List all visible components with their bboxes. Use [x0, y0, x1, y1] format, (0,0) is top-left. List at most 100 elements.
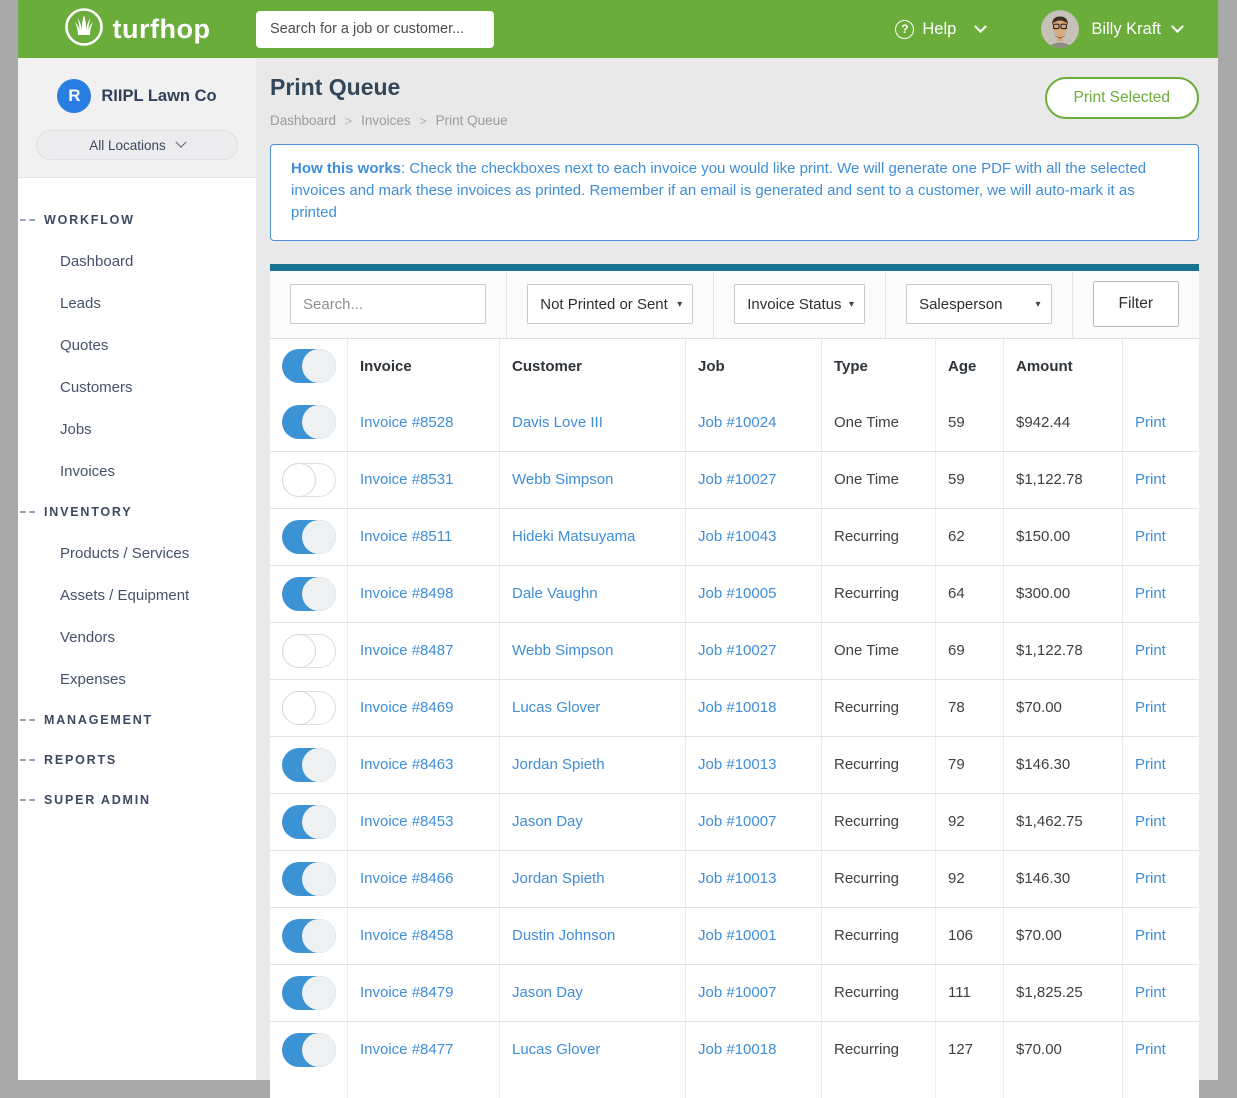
- how-this-works-text: : Check the checkboxes next to each invo…: [291, 160, 1146, 221]
- invoice-link[interactable]: Invoice #8479: [348, 965, 500, 1021]
- sidebar-section-header[interactable]: SUPER ADMIN: [18, 780, 256, 820]
- customer-link[interactable]: Dale Vaughn: [500, 566, 686, 622]
- print-link[interactable]: Print: [1123, 965, 1199, 1021]
- invoice-status-select[interactable]: Invoice Status ▾: [734, 284, 865, 324]
- job-link[interactable]: Job #10013: [686, 851, 822, 907]
- sidebar-item-invoices[interactable]: Invoices: [18, 450, 256, 492]
- job-link[interactable]: Job #10005: [686, 566, 822, 622]
- print-link[interactable]: Print: [1123, 509, 1199, 565]
- sidebar-section-label: WORKFLOW: [44, 213, 135, 227]
- global-search-input[interactable]: [256, 11, 494, 48]
- customer-link[interactable]: Jordan Spieth: [500, 737, 686, 793]
- sidebar-item-leads[interactable]: Leads: [18, 282, 256, 324]
- row-toggle[interactable]: [282, 748, 336, 782]
- row-toggle[interactable]: [282, 976, 336, 1010]
- row-toggle[interactable]: [282, 805, 336, 839]
- customer-link[interactable]: Jordan Spieth: [500, 851, 686, 907]
- invoice-link[interactable]: Invoice #8466: [348, 851, 500, 907]
- job-link[interactable]: Job #10018: [686, 1022, 822, 1078]
- row-toggle[interactable]: [282, 634, 336, 668]
- sidebar-section-header[interactable]: WORKFLOW: [18, 200, 256, 240]
- job-link[interactable]: Job #10018: [686, 680, 822, 736]
- job-link[interactable]: Job #10027: [686, 452, 822, 508]
- sidebar-section-header[interactable]: REPORTS: [18, 740, 256, 780]
- sidebar-item-quotes[interactable]: Quotes: [18, 324, 256, 366]
- invoice-link[interactable]: Invoice #8511: [348, 509, 500, 565]
- customer-link[interactable]: Jason Day: [500, 794, 686, 850]
- customer-link[interactable]: Davis Love III: [500, 394, 686, 451]
- row-toggle[interactable]: [282, 862, 336, 896]
- invoice-type: Recurring: [822, 737, 936, 793]
- sidebar-item-products-services[interactable]: Products / Services: [18, 532, 256, 574]
- sidebar-item-customers[interactable]: Customers: [18, 366, 256, 408]
- breadcrumb-item[interactable]: Dashboard: [270, 113, 336, 128]
- sidebar-item-vendors[interactable]: Vendors: [18, 616, 256, 658]
- print-link[interactable]: Print: [1123, 851, 1199, 907]
- filter-bar: Not Printed or Sent ▾ Invoice Status ▾ S…: [270, 271, 1199, 339]
- customer-link[interactable]: Webb Simpson: [500, 623, 686, 679]
- sidebar-section-header[interactable]: MANAGEMENT: [18, 700, 256, 740]
- row-toggle[interactable]: [282, 405, 336, 439]
- print-link[interactable]: Print: [1123, 680, 1199, 736]
- customer-link[interactable]: Webb Simpson: [500, 452, 686, 508]
- filter-button[interactable]: Filter: [1093, 281, 1179, 327]
- col-header-amount: Amount: [1004, 339, 1123, 394]
- user-name[interactable]: Billy Kraft: [1091, 20, 1161, 39]
- job-link[interactable]: Job #10043: [686, 509, 822, 565]
- table-search-input[interactable]: [290, 284, 486, 324]
- invoice-table: Invoice Customer Job Type Age Amount Inv…: [270, 339, 1199, 1098]
- breadcrumb-item[interactable]: Invoices: [361, 113, 411, 128]
- select-all-toggle[interactable]: [282, 349, 336, 383]
- print-link[interactable]: Print: [1123, 566, 1199, 622]
- print-link[interactable]: Print: [1123, 623, 1199, 679]
- row-toggle[interactable]: [282, 520, 336, 554]
- job-link[interactable]: Job #10024: [686, 394, 822, 451]
- row-toggle[interactable]: [282, 577, 336, 611]
- location-selector[interactable]: All Locations: [36, 130, 238, 160]
- print-link[interactable]: Print: [1123, 1022, 1199, 1078]
- job-link[interactable]: Job #10001: [686, 908, 822, 964]
- sidebar-section-header[interactable]: INVENTORY: [18, 492, 256, 532]
- invoice-link[interactable]: Invoice #8528: [348, 394, 500, 451]
- customer-link[interactable]: Dustin Johnson: [500, 908, 686, 964]
- customer-link[interactable]: Lucas Glover: [500, 680, 686, 736]
- sidebar-item-jobs[interactable]: Jobs: [18, 408, 256, 450]
- print-link[interactable]: Print: [1123, 737, 1199, 793]
- invoice-link[interactable]: Invoice #8469: [348, 680, 500, 736]
- brand-logo[interactable]: turfhop: [18, 7, 256, 52]
- user-avatar[interactable]: [1041, 10, 1079, 48]
- job-link[interactable]: Job #10027: [686, 623, 822, 679]
- sidebar-item-assets-equipment[interactable]: Assets / Equipment: [18, 574, 256, 616]
- invoice-link[interactable]: Invoice #8498: [348, 566, 500, 622]
- row-toggle[interactable]: [282, 919, 336, 953]
- sidebar-item-dashboard[interactable]: Dashboard: [18, 240, 256, 282]
- row-toggle[interactable]: [282, 1033, 336, 1067]
- customer-link[interactable]: Lucas Glover: [500, 1022, 686, 1078]
- invoice-type: One Time: [822, 394, 936, 451]
- customer-link[interactable]: Jason Day: [500, 965, 686, 1021]
- help-menu[interactable]: ? Help: [895, 20, 985, 39]
- table-row: Invoice #8531 Webb Simpson Job #10027 On…: [270, 451, 1199, 508]
- user-chevron-down-icon[interactable]: [1171, 20, 1184, 33]
- job-link[interactable]: Job #10013: [686, 737, 822, 793]
- printed-status-select[interactable]: Not Printed or Sent ▾: [527, 284, 693, 324]
- print-link[interactable]: Print: [1123, 794, 1199, 850]
- invoice-link[interactable]: Invoice #8477: [348, 1022, 500, 1078]
- print-link[interactable]: Print: [1123, 452, 1199, 508]
- job-link[interactable]: Job #10007: [686, 965, 822, 1021]
- invoice-link[interactable]: Invoice #8487: [348, 623, 500, 679]
- print-selected-button[interactable]: Print Selected: [1045, 77, 1200, 119]
- salesperson-select[interactable]: Salesperson ▾: [906, 284, 1051, 324]
- invoice-link[interactable]: Invoice #8463: [348, 737, 500, 793]
- row-toggle[interactable]: [282, 463, 336, 497]
- chevron-down-icon: [175, 137, 186, 148]
- row-toggle[interactable]: [282, 691, 336, 725]
- customer-link[interactable]: Hideki Matsuyama: [500, 509, 686, 565]
- print-link[interactable]: Print: [1123, 394, 1199, 451]
- invoice-link[interactable]: Invoice #8531: [348, 452, 500, 508]
- invoice-link[interactable]: Invoice #8458: [348, 908, 500, 964]
- print-link[interactable]: Print: [1123, 908, 1199, 964]
- job-link[interactable]: Job #10007: [686, 794, 822, 850]
- sidebar-item-expenses[interactable]: Expenses: [18, 658, 256, 700]
- invoice-link[interactable]: Invoice #8453: [348, 794, 500, 850]
